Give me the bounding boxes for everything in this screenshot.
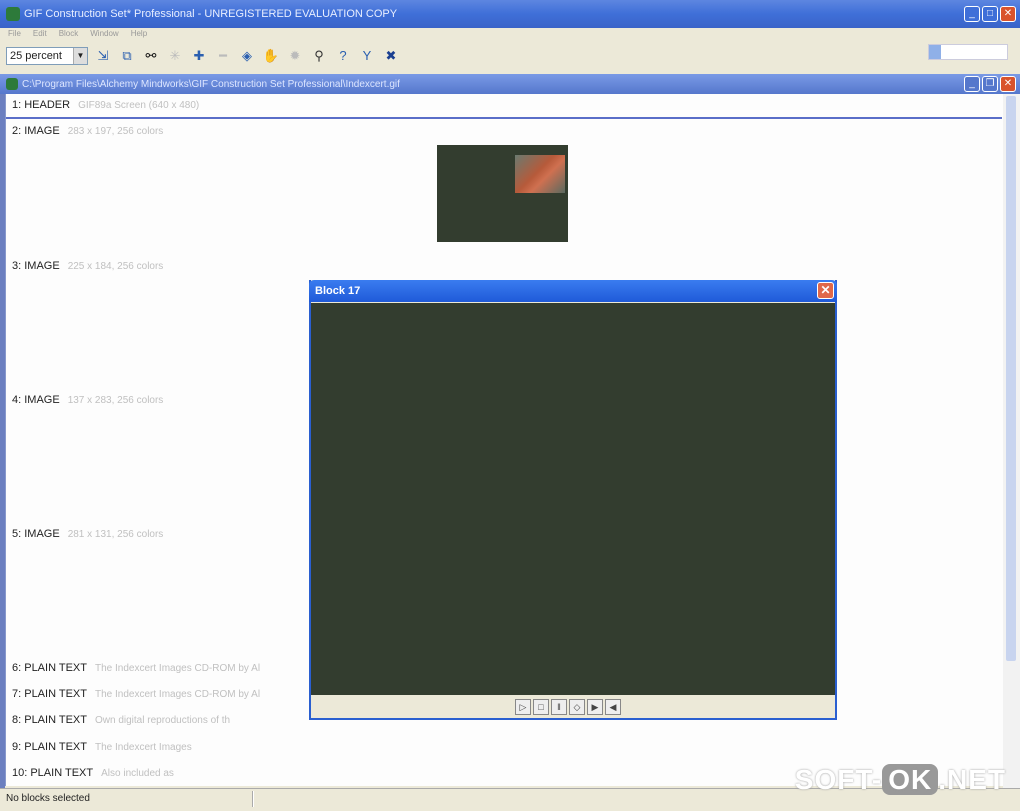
- pause-icon[interactable]: ‖: [551, 699, 567, 715]
- hand-icon[interactable]: ✋: [262, 47, 280, 65]
- link-icon[interactable]: ⚲: [310, 47, 328, 65]
- app-titlebar: GIF Construction Set* Professional - UNR…: [0, 0, 1020, 28]
- slider-thumb[interactable]: [929, 45, 941, 59]
- block-row[interactable]: 3: IMAGE 225 x 184, 256 colors: [12, 260, 163, 272]
- block-detail: 225 x 184, 256 colors: [67, 261, 164, 272]
- watermark-part: SOFT-: [794, 764, 883, 795]
- tag-icon[interactable]: ◈: [238, 47, 256, 65]
- binoculars-icon[interactable]: ⚯: [142, 47, 160, 65]
- block-row[interactable]: 1: HEADER GIF89a Screen (640 x 480): [12, 99, 199, 111]
- app-icon: [6, 7, 20, 21]
- previous-frame-icon[interactable]: ◀: [605, 699, 621, 715]
- menu-file[interactable]: File: [8, 28, 21, 40]
- block-detail: 137 x 283, 256 colors: [67, 395, 164, 406]
- help-icon[interactable]: ?: [334, 47, 352, 65]
- block-detail: 283 x 197, 256 colors: [67, 126, 164, 137]
- block-label: 10: PLAIN TEXT: [12, 767, 94, 779]
- block-row[interactable]: 6: PLAIN TEXT The Indexcert Images CD-ROM…: [12, 662, 260, 674]
- menu-help[interactable]: Help: [131, 28, 147, 40]
- block-detail: The Indexcert Images: [95, 742, 192, 753]
- close-button[interactable]: ✕: [1000, 6, 1016, 22]
- chevron-down-icon: ▼: [73, 47, 87, 64]
- step-icon[interactable]: ◇: [569, 699, 585, 715]
- dialog-titlebar: Block 17 ✕: [309, 280, 837, 302]
- wand-icon[interactable]: ✳: [166, 47, 184, 65]
- block-label: 5: IMAGE: [12, 528, 60, 540]
- block-label: 1: HEADER: [12, 99, 71, 111]
- play-icon[interactable]: ▷: [515, 699, 531, 715]
- remove-icon[interactable]: ━: [214, 47, 232, 65]
- minimize-button[interactable]: _: [964, 6, 980, 22]
- dialog-close-button[interactable]: ✕: [817, 282, 834, 299]
- zoom-select[interactable]: 25 percent ▼: [6, 46, 88, 65]
- scrollbar-thumb[interactable]: [1006, 96, 1016, 661]
- toolbar: 25 percent ▼ ⇲ ⧉ ⚯ ✳ ✚ ━ ◈ ✋ ✹ ⚲ ? Y ✖: [0, 41, 1020, 70]
- block-label: 2: IMAGE: [12, 125, 60, 137]
- menu-bar: File Edit Block Window Help: [0, 28, 1020, 40]
- next-frame-icon[interactable]: ▶: [587, 699, 603, 715]
- block-label: 3: IMAGE: [12, 260, 60, 272]
- block-label: 7: PLAIN TEXT: [12, 688, 87, 700]
- preview-canvas: [311, 303, 835, 695]
- document-title: C:\Program Files\Alchemy Mindworks\GIF C…: [22, 78, 400, 90]
- block-row[interactable]: 8: PLAIN TEXT Own digital reproductions o…: [12, 714, 230, 726]
- block-detail: Also included as: [101, 768, 174, 779]
- zoom-value: 25 percent: [10, 49, 62, 62]
- block-detail: The Indexcert Images CD-ROM by Al: [95, 663, 261, 674]
- zoom-slider[interactable]: [928, 44, 1008, 60]
- document-icon: [6, 78, 18, 90]
- dialog-title: Block 17: [315, 285, 361, 297]
- block-row[interactable]: 2: IMAGE 283 x 197, 256 colors: [12, 125, 163, 137]
- document-titlebar: C:\Program Files\Alchemy Mindworks\GIF C…: [0, 74, 1020, 94]
- status-text: No blocks selected: [6, 793, 90, 804]
- maximize-button[interactable]: □: [982, 6, 998, 22]
- watermark-part: .NET: [938, 764, 1006, 795]
- effects-icon[interactable]: ✹: [286, 47, 304, 65]
- doc-close-button[interactable]: ✕: [1000, 76, 1016, 92]
- block-row[interactable]: 7: PLAIN TEXT The Indexcert Images CD-ROM…: [12, 688, 260, 700]
- doc-minimize-button[interactable]: _: [964, 76, 980, 92]
- watermark: SOFT- OK .NET: [795, 764, 1006, 796]
- stop-icon[interactable]: □: [533, 699, 549, 715]
- block-detail: GIF89a Screen (640 x 480): [78, 100, 200, 111]
- doc-restore-button[interactable]: ❐: [982, 76, 998, 92]
- insert-icon[interactable]: ⇲: [94, 47, 112, 65]
- thumbnail-picture: [515, 155, 565, 193]
- watermark-part: OK: [882, 764, 939, 795]
- block-label: 4: IMAGE: [12, 394, 60, 406]
- merge-icon[interactable]: ⧉: [118, 47, 136, 65]
- app-title: GIF Construction Set* Professional - UNR…: [24, 8, 398, 20]
- block-row[interactable]: 9: PLAIN TEXT The Indexcert Images: [12, 741, 192, 753]
- block-row[interactable]: 4: IMAGE 137 x 283, 256 colors: [12, 394, 163, 406]
- menu-window[interactable]: Window: [90, 28, 118, 40]
- block-label: 9: PLAIN TEXT: [12, 741, 87, 753]
- image-thumbnail[interactable]: [437, 145, 568, 242]
- block-label: 6: PLAIN TEXT: [12, 662, 87, 674]
- block-row[interactable]: 5: IMAGE 281 x 131, 256 colors: [12, 528, 163, 540]
- tools-icon[interactable]: Y: [358, 47, 376, 65]
- block-detail: 281 x 131, 256 colors: [67, 529, 164, 540]
- menu-block[interactable]: Block: [59, 28, 79, 40]
- menu-edit[interactable]: Edit: [33, 28, 47, 40]
- add-icon[interactable]: ✚: [190, 47, 208, 65]
- status-separator: [252, 791, 254, 807]
- block-label: 8: PLAIN TEXT: [12, 714, 87, 726]
- playback-controls: ▷ □ ‖ ◇ ▶ ◀: [515, 699, 621, 715]
- delete-icon[interactable]: ✖: [382, 47, 400, 65]
- block-detail: Own digital reproductions of th: [95, 715, 231, 726]
- block-row[interactable]: 10: PLAIN TEXT Also included as: [12, 767, 174, 779]
- block-detail: The Indexcert Images CD-ROM by Al: [95, 689, 261, 700]
